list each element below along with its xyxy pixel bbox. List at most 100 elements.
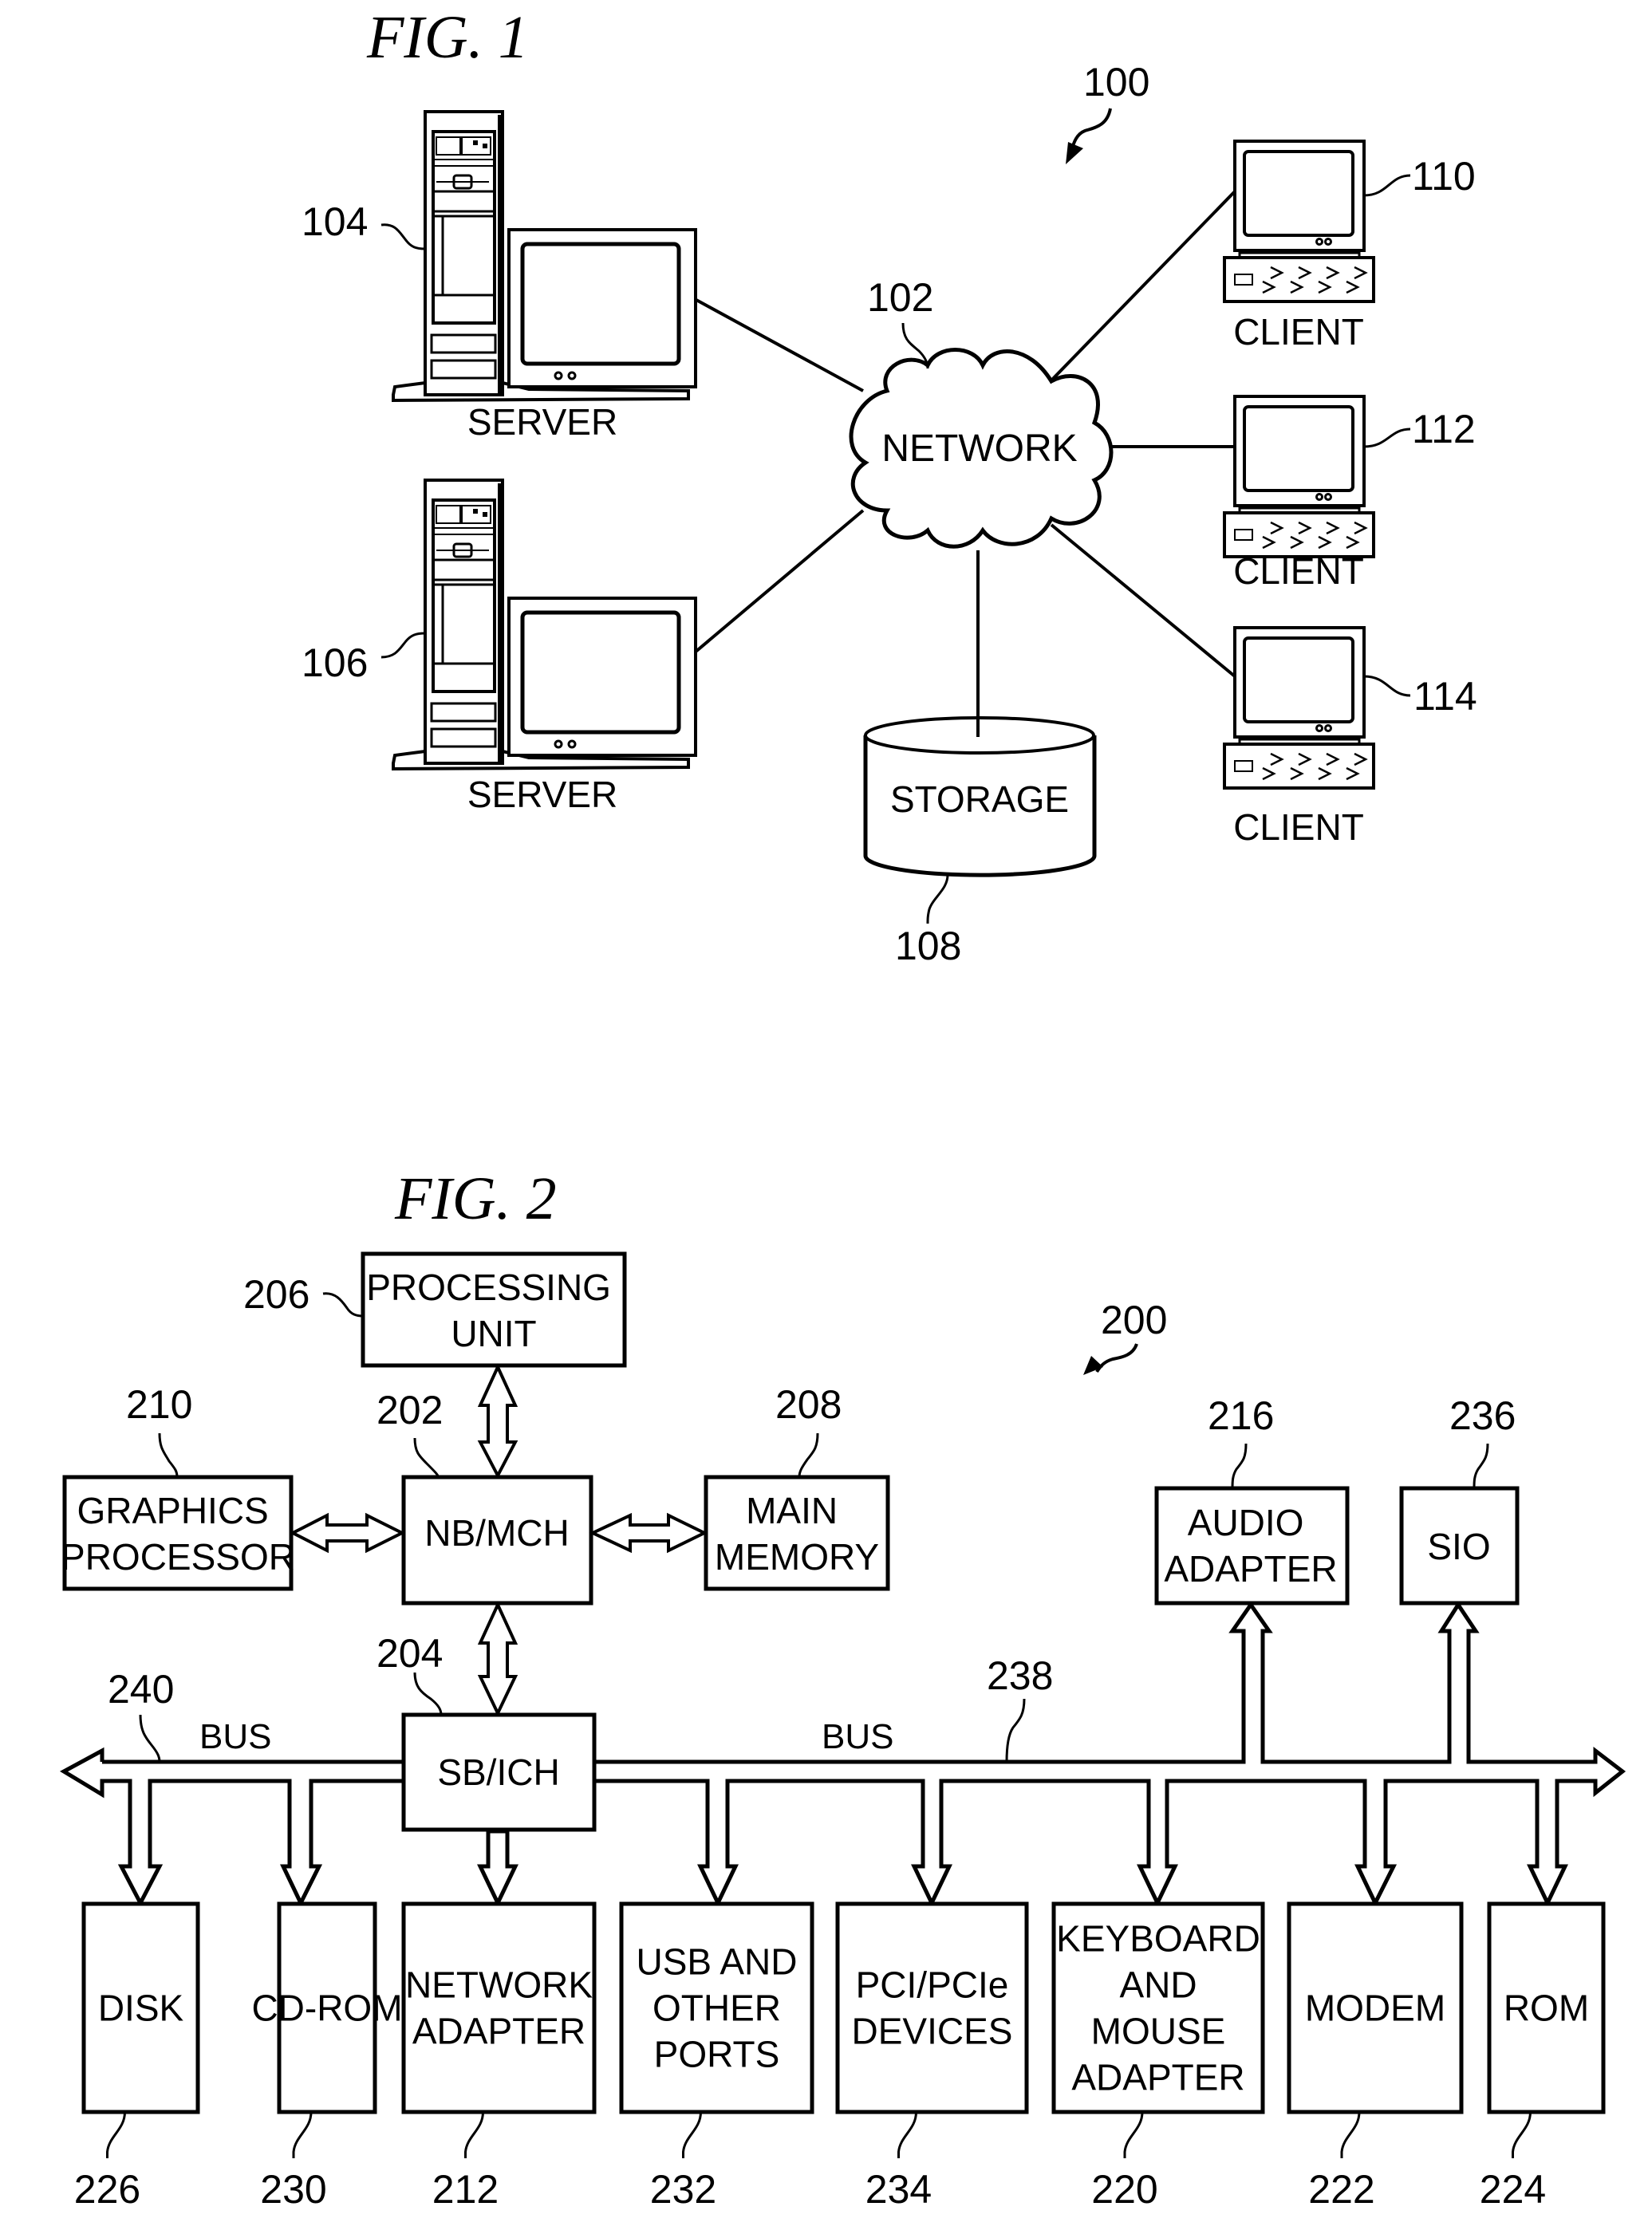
sb-ich-box: SB/ICH: [401, 1712, 597, 1832]
client-icon: [1223, 140, 1375, 303]
client-icon: [1223, 626, 1375, 790]
main-memory-box: MAIN MEMORY: [704, 1475, 890, 1591]
device-ref: 232: [650, 2167, 716, 2212]
device-label-line: DEVICES: [852, 2011, 1013, 2052]
device-ref-leader: [464, 2111, 484, 2158]
box-text: NB/MCH: [424, 1512, 569, 1554]
storage: STORAGE: [863, 702, 1097, 877]
graphics-nb-double-arrow-icon: [289, 1512, 406, 1554]
graphics-ref-leader: [158, 1432, 179, 1478]
link-network-client110: [1047, 190, 1236, 384]
processing-unit-ref: 206: [243, 1272, 310, 1317]
sio-ref: 236: [1449, 1393, 1516, 1438]
device-ref-leader: [1123, 2111, 1144, 2158]
patent-drawing: FIG. 1 100 NETWORK 102 SERVER 104 SERVER…: [59, 4, 1626, 2212]
device-label-line: KEYBOARD: [1056, 1918, 1260, 1960]
client-114: CLIENT 114: [1223, 626, 1477, 848]
client-label: CLIENT: [1233, 311, 1364, 353]
device-box-222: MODEM 222: [1287, 1901, 1464, 2212]
client-ref: 110: [1412, 154, 1476, 199]
device-ref: 234: [865, 2167, 932, 2212]
fig1-ref-label: 100: [1083, 60, 1149, 104]
device-label-line: ADAPTER: [412, 2011, 585, 2052]
processing-unit-ref-leader: [322, 1292, 364, 1318]
bus-right-ref-leader: [1005, 1698, 1026, 1763]
client-label: CLIENT: [1233, 550, 1364, 592]
sb-ich-ref: 204: [377, 1631, 443, 1676]
bus-left-ref: 240: [108, 1667, 174, 1712]
server-icon: [393, 112, 696, 400]
device-label-line: MOUSE: [1091, 2011, 1226, 2052]
main-memory-ref: 208: [775, 1382, 842, 1427]
main-memory-ref-leader: [798, 1432, 819, 1478]
device-box-234: PCI/PCIe DEVICES 234: [835, 1901, 1029, 2212]
device-label-line: AND: [1119, 1964, 1197, 2006]
nb-sb-double-arrow-icon: [477, 1601, 518, 1717]
pu-nb-double-arrow-icon: [477, 1363, 518, 1480]
fig1-title: FIG. 1: [366, 4, 529, 71]
fig2-ref-arrow-icon: [1083, 1343, 1138, 1375]
device-ref: 222: [1308, 2167, 1374, 2212]
device-ref: 212: [432, 2167, 499, 2212]
device-ref: 220: [1091, 2167, 1157, 2212]
device-ref-leader: [897, 2111, 917, 2158]
device-label-line: CD-ROM: [251, 1988, 402, 2029]
device-box-212: NETWORK ADAPTER 212: [401, 1901, 597, 2212]
device-box-226: DISK 226: [74, 1901, 200, 2212]
device-box-frame: [401, 1901, 597, 2114]
bus-right-ref: 238: [987, 1653, 1053, 1698]
sb-network-arrow-icon: [477, 1829, 518, 1908]
fig1-ref-arrow-icon: [1066, 108, 1112, 164]
device-ref: 226: [74, 2167, 140, 2212]
audio-ref: 216: [1208, 1393, 1274, 1438]
storage-ref-leader: [926, 874, 949, 924]
client-icon: [1223, 395, 1375, 558]
bus-right-label: BUS: [822, 1717, 893, 1756]
server-ref-leader: [380, 632, 426, 659]
server-ref-leader: [380, 223, 426, 250]
device-label-line: DISK: [98, 1988, 184, 2029]
link-server106-network: [693, 509, 865, 654]
device-label-line: USB AND: [637, 1941, 798, 1983]
device-box-220: KEYBOARDAND MOUSE ADAPTER 220: [1051, 1901, 1265, 2212]
audio-ref-leader: [1231, 1443, 1248, 1489]
client-ref-leader: [1363, 174, 1411, 197]
box-text: SB/ICH: [437, 1751, 559, 1793]
device-ref-leader: [682, 2111, 702, 2158]
device-box-224: ROM 224: [1480, 1901, 1606, 2212]
client-ref: 114: [1413, 674, 1477, 719]
device-boxes: DISK 226 CD-ROM 230 NETWORK ADAPTER 212 USB AND…: [74, 1901, 1606, 2212]
server-icon: [393, 480, 696, 769]
bus-left-ref-leader: [139, 1714, 161, 1763]
graphics-processor-box: GRAPHICS PROCESSOR: [61, 1475, 295, 1591]
storage-ref: 108: [895, 924, 961, 968]
nb-mch-ref: 202: [377, 1388, 443, 1432]
box-text: SIO: [1427, 1526, 1490, 1567]
device-ref-leader: [292, 2111, 313, 2158]
device-box-frame: [835, 1901, 1029, 2114]
client-ref-leader: [1363, 675, 1411, 697]
server-label: SERVER: [467, 774, 617, 815]
device-box-230: CD-ROM 230: [251, 1901, 403, 2212]
device-label-line: PORTS: [654, 2034, 780, 2075]
bus-left-label: BUS: [199, 1717, 271, 1756]
nb-mch-ref-leader: [413, 1437, 440, 1478]
network-label: NETWORK: [881, 428, 1077, 470]
network-cloud: NETWORK: [849, 348, 1114, 549]
storage-label: STORAGE: [890, 778, 1069, 820]
device-label-line: MODEM: [1305, 1988, 1445, 2029]
fig2-ref-label: 200: [1101, 1298, 1167, 1342]
server-106: SERVER 106: [302, 480, 696, 815]
server-ref: 104: [302, 199, 368, 244]
processing-unit-box: PROCESSING UNIT: [361, 1251, 627, 1368]
network-ref: 102: [867, 275, 933, 320]
device-ref-leader: [106, 2111, 126, 2158]
link-server104-network: [694, 297, 864, 392]
fig2-title: FIG. 2: [394, 1165, 557, 1232]
device-ref-leader: [1340, 2111, 1361, 2158]
device-box-232: USB AND OTHER PORTS 232: [619, 1901, 814, 2212]
device-label-line: ROM: [1504, 1988, 1589, 2029]
server-label: SERVER: [467, 401, 617, 443]
graphics-ref: 210: [126, 1382, 192, 1427]
device-label-line: OTHER: [653, 1988, 781, 2029]
